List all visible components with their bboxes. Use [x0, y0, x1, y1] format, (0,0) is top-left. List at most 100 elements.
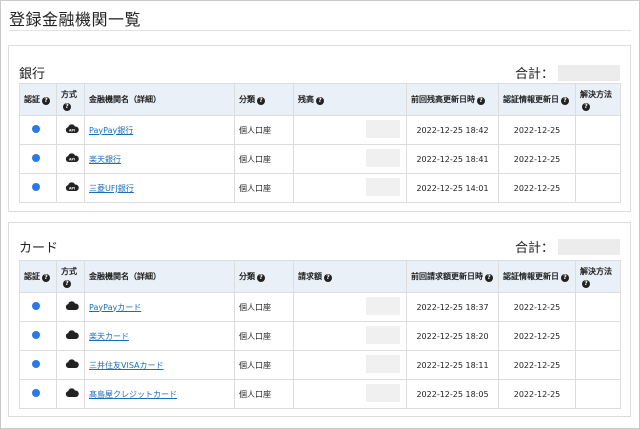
- amount-cell: [293, 144, 407, 174]
- col-name[interactable]: 金融機関名（詳細）: [84, 260, 235, 293]
- bank-panel: 銀行 合計： 認証? 方式? 金融機関名（詳細） 分類? 残高? 前回残高更新日…: [8, 45, 631, 212]
- last-update-cell: 2022-12-25 18:42: [406, 115, 499, 145]
- status-dot-icon: [32, 331, 40, 339]
- bank-table-header-row: 認証? 方式? 金融機関名（詳細） 分類? 残高? 前回残高更新日時? 認証情報…: [19, 83, 621, 116]
- question-circle-icon[interactable]: ?: [42, 274, 50, 282]
- question-circle-icon[interactable]: ?: [582, 102, 590, 111]
- auth-cell: [19, 350, 57, 380]
- col-amount[interactable]: 残高?: [293, 83, 407, 116]
- amount-cell: [293, 173, 407, 203]
- amount-cell: [293, 350, 407, 380]
- status-dot-icon: [32, 183, 40, 191]
- auth-update-cell: 2022-12-25: [498, 115, 576, 145]
- amount-cell: [293, 115, 407, 145]
- last-update-cell: 2022-12-25 18:05: [406, 379, 499, 409]
- solution-cell: [575, 350, 621, 380]
- question-circle-icon[interactable]: ?: [42, 97, 50, 105]
- card-name-link[interactable]: PayPayカード: [89, 303, 141, 312]
- table-row: 楽天カード 個人口座 2022-12-25 18:20 2022-12-25: [19, 321, 621, 351]
- amount-cell: [293, 321, 407, 351]
- col-category[interactable]: 分類?: [234, 260, 294, 293]
- col-category[interactable]: 分類?: [234, 83, 294, 116]
- col-auth-update[interactable]: 認証情報更新日?: [498, 83, 576, 116]
- col-auth-update[interactable]: 認証情報更新日?: [498, 260, 576, 293]
- bank-total-value-blurred: [558, 65, 620, 81]
- cloud-icon: [65, 330, 79, 340]
- card-total-value-blurred: [558, 239, 620, 255]
- amount-blurred: [366, 149, 400, 167]
- col-method[interactable]: 方式?: [56, 83, 85, 116]
- col-amount[interactable]: 請求額?: [293, 260, 407, 293]
- status-dot-icon: [32, 302, 40, 310]
- col-last-update[interactable]: 前回請求額更新日時?: [406, 260, 499, 293]
- card-name-link[interactable]: 髙島屋クレジットカード: [89, 390, 177, 399]
- category-cell: 個人口座: [234, 292, 294, 322]
- col-name[interactable]: 金融機関名（詳細）: [84, 83, 235, 116]
- amount-cell: [293, 292, 407, 322]
- auth-update-cell: 2022-12-25: [498, 173, 576, 203]
- col-solution[interactable]: 解決方法?: [575, 260, 621, 293]
- name-cell: 髙島屋クレジットカード: [84, 379, 235, 409]
- question-circle-icon[interactable]: ?: [582, 279, 590, 288]
- auth-cell: [19, 144, 57, 174]
- method-cell: API: [56, 115, 85, 145]
- name-cell: 三菱UFJ銀行: [84, 173, 235, 203]
- category-cell: 個人口座: [234, 350, 294, 380]
- status-dot-icon: [32, 125, 40, 133]
- auth-cell: [19, 292, 57, 322]
- svg-text:API: API: [69, 187, 75, 191]
- amount-blurred: [366, 178, 400, 196]
- table-row: 髙島屋クレジットカード 個人口座 2022-12-25 18:05 2022-12-2…: [19, 379, 621, 409]
- auth-update-cell: 2022-12-25: [498, 379, 576, 409]
- question-circle-icon[interactable]: ?: [561, 97, 569, 105]
- name-cell: 楽天銀行: [84, 144, 235, 174]
- amount-blurred: [366, 384, 400, 402]
- solution-cell: [575, 292, 621, 322]
- bank-name-link[interactable]: 三菱UFJ銀行: [89, 184, 134, 193]
- col-auth[interactable]: 認証?: [19, 260, 57, 293]
- page-title: 登録金融機関一覧: [9, 10, 142, 29]
- auth-update-cell: 2022-12-25: [498, 292, 576, 322]
- status-dot-icon: [32, 389, 40, 397]
- question-circle-icon[interactable]: ?: [63, 279, 71, 288]
- bank-total-label: 合計：: [514, 67, 554, 82]
- question-circle-icon[interactable]: ?: [257, 274, 265, 282]
- table-row: API 三菱UFJ銀行 個人口座 2022-12-25 14:01 2022-12-25: [19, 173, 621, 203]
- auth-update-cell: 2022-12-25: [498, 144, 576, 174]
- question-circle-icon[interactable]: ?: [477, 97, 485, 105]
- question-circle-icon[interactable]: ?: [63, 102, 71, 111]
- bank-name-link[interactable]: PayPay銀行: [89, 126, 133, 135]
- status-dot-icon: [32, 360, 40, 368]
- bank-total: 合計：: [515, 63, 620, 82]
- card-table: 認証? 方式? 金融機関名（詳細） 分類? 請求額? 前回請求額更新日時? 認証…: [19, 260, 621, 409]
- bank-table: 認証? 方式? 金融機関名（詳細） 分類? 残高? 前回残高更新日時? 認証情報…: [19, 83, 621, 203]
- question-circle-icon[interactable]: ?: [316, 97, 324, 105]
- col-solution[interactable]: 解決方法?: [575, 83, 621, 116]
- status-dot-icon: [32, 154, 40, 162]
- card-total: 合計：: [515, 237, 620, 256]
- card-name-link[interactable]: 三井住友VISAカード: [89, 361, 164, 370]
- question-circle-icon[interactable]: ?: [324, 274, 332, 282]
- amount-cell: [293, 379, 407, 409]
- cloud-api-icon: API: [65, 124, 79, 134]
- name-cell: PayPay銀行: [84, 115, 235, 145]
- question-circle-icon[interactable]: ?: [257, 97, 265, 105]
- amount-blurred: [366, 326, 400, 344]
- col-auth[interactable]: 認証?: [19, 83, 57, 116]
- col-last-update[interactable]: 前回残高更新日時?: [406, 83, 499, 116]
- bank-name-link[interactable]: 楽天銀行: [89, 155, 121, 164]
- last-update-cell: 2022-12-25 14:01: [406, 173, 499, 203]
- card-name-link[interactable]: 楽天カード: [89, 332, 129, 341]
- question-circle-icon[interactable]: ?: [561, 274, 569, 282]
- auth-update-cell: 2022-12-25: [498, 321, 576, 351]
- method-cell: [56, 321, 85, 351]
- title-divider: [9, 30, 631, 31]
- col-method[interactable]: 方式?: [56, 260, 85, 293]
- card-panel-header: カード 合計：: [19, 237, 620, 256]
- table-row: 三井住友VISAカード 個人口座 2022-12-25 18:11 2022-12-2…: [19, 350, 621, 380]
- category-cell: 個人口座: [234, 115, 294, 145]
- auth-cell: [19, 379, 57, 409]
- bank-heading: 銀行: [19, 67, 46, 82]
- question-circle-icon[interactable]: ?: [485, 274, 493, 282]
- amount-blurred: [366, 355, 400, 373]
